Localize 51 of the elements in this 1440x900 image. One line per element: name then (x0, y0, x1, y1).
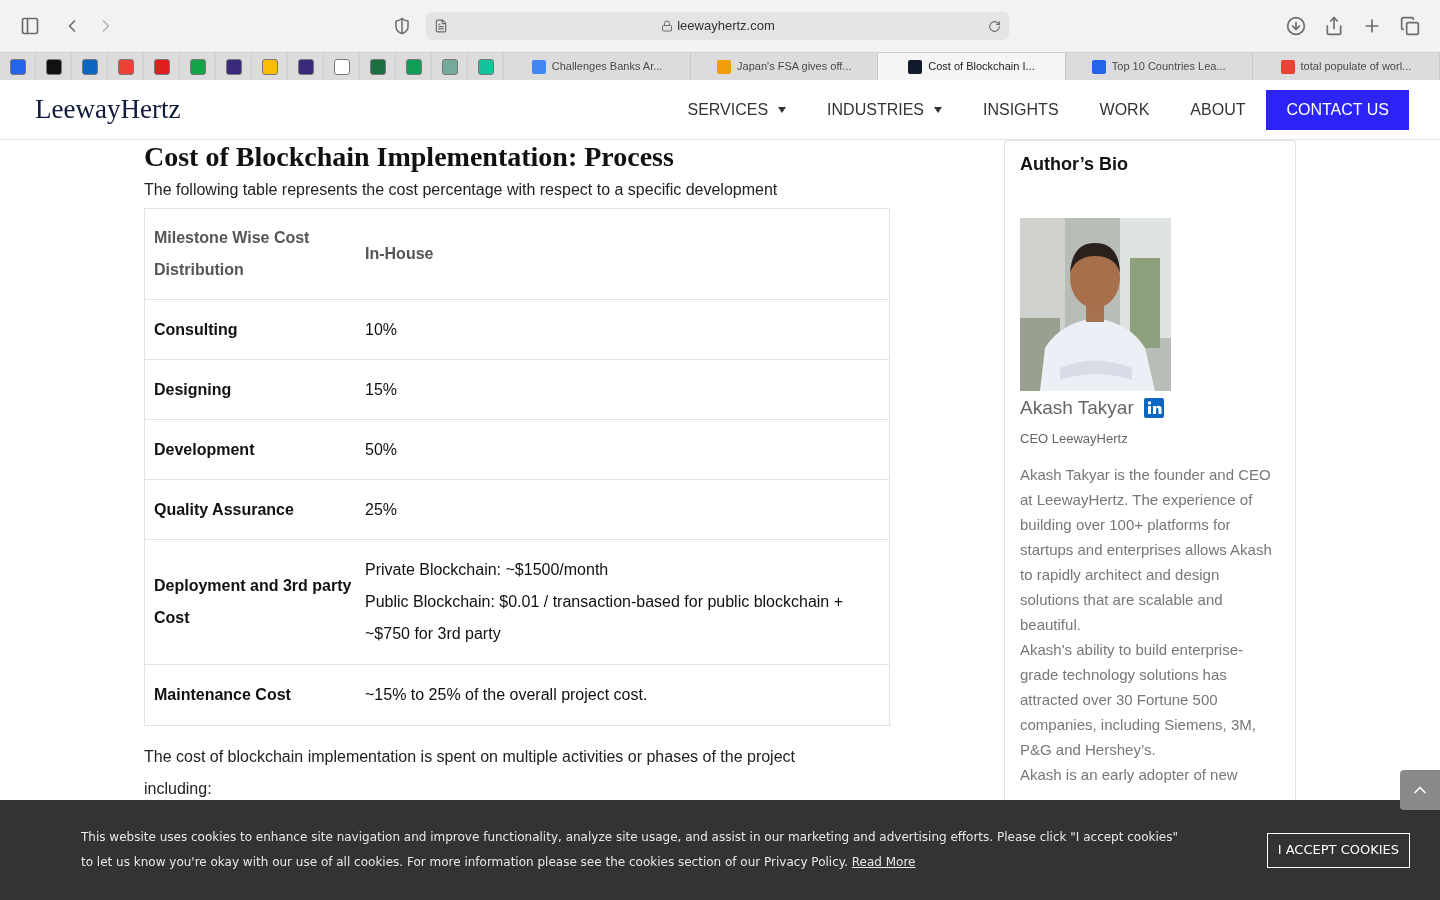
table-cell-text: Maintenance Cost (153, 685, 292, 705)
bio-text: Akash is an early adopter of new (1020, 765, 1239, 785)
nav-link[interactable]: ABOUT (1190, 97, 1246, 122)
body-text: The cost of blockchain implementation is spent on multiple activities or phases of the project including: (144, 747, 796, 799)
table-cell-text: 50% (365, 439, 399, 460)
table-cell-text: 15% (365, 379, 399, 400)
column-header: Milestone Wise Cost Distribution (153, 228, 311, 280)
nav-link[interactable]: SERVICES (687, 97, 769, 122)
accept-cookies-button[interactable]: I ACCEPT COOKIES (1266, 832, 1410, 868)
table-cell-text: Designing (153, 379, 233, 400)
author-name: Akash Takyar (1020, 396, 1134, 420)
read-more-link[interactable]: Read More (851, 855, 916, 869)
table-cell-text: 25% (365, 499, 399, 520)
favicon-icon[interactable] (225, 58, 242, 75)
url-text: leewayhertz.com (677, 17, 775, 36)
address-bar[interactable]: leewayhertz.com (426, 12, 1009, 40)
reload-icon[interactable] (988, 19, 1001, 33)
favicon-icon[interactable] (297, 58, 314, 75)
card-title: Author’s Bio (1020, 153, 1129, 176)
caret-icon[interactable] (778, 106, 787, 113)
share-icon[interactable] (1324, 16, 1344, 36)
sidebar-icon[interactable] (20, 16, 40, 36)
table-cell-text: Public Blockchain: $0.01 / transaction-based for public blockchain + ~$750 for 3rd party (365, 592, 845, 644)
lock-icon (661, 20, 674, 32)
favicon-icon[interactable] (45, 58, 62, 75)
shield-icon[interactable] (393, 17, 411, 35)
table-cell-text: 10% (365, 319, 399, 340)
contact-us-button[interactable]: CONTACT US (1266, 89, 1409, 130)
bio-text: Akash Takyar is the founder and CEO at LeewayHertz. The experience of building over 100+ platforms for startups and enterprises allows Akash to rapidly architect and design solutions that are scalable and beautiful. (1020, 465, 1273, 635)
nav-link[interactable]: INDUSTRIES (827, 97, 924, 122)
browser-tab[interactable]: Cost of Blockchain I... (878, 53, 1066, 80)
table-cell-text: Consulting (153, 319, 239, 340)
article-heading: Cost of Blockchain Implementation: Process (144, 141, 675, 173)
bio-text: Akash's ability to build enterprise-grade technology solutions has attracted over 30 Fortune 500 companies, including Siemens, 3M, P&G and Hershey’s. (1020, 640, 1257, 760)
nav-link[interactable]: WORK (1099, 97, 1150, 122)
column-header: In-House (365, 244, 434, 264)
site-logo[interactable]: LeewayHertz (35, 89, 181, 130)
intro-text: The following table represents the cost percentage with respect to a specific development (144, 180, 779, 200)
table-cell-text: Quality Assurance (153, 499, 295, 520)
download-icon[interactable] (1286, 16, 1306, 36)
reader-icon[interactable] (434, 19, 448, 33)
linkedin-icon[interactable] (1143, 398, 1164, 419)
caret-icon[interactable] (934, 106, 942, 113)
cookie-text: This website uses cookies to enhance site navigation and improve functionality, analyze site usage, and assist in our marketing and advertising efforts. Please click "I accept cookies" to let us know you're okay with our use of all cookies. For more information please see the cookies section of our Privacy Policy. Read More (81, 829, 1179, 871)
table-cell-text: Development (153, 439, 256, 460)
table-cell-text: ~15% to 25% of the overall project cost. (365, 685, 649, 705)
tabs-overview-icon[interactable] (1400, 16, 1420, 36)
author-role: CEO LeewayHertz (1020, 429, 1129, 448)
table-cell-text: Private Blockchain: ~$1500/month (365, 560, 610, 580)
nav-link[interactable]: INSIGHTS (983, 97, 1059, 122)
table-cell-text: Deployment and 3rd party Cost (153, 576, 353, 628)
